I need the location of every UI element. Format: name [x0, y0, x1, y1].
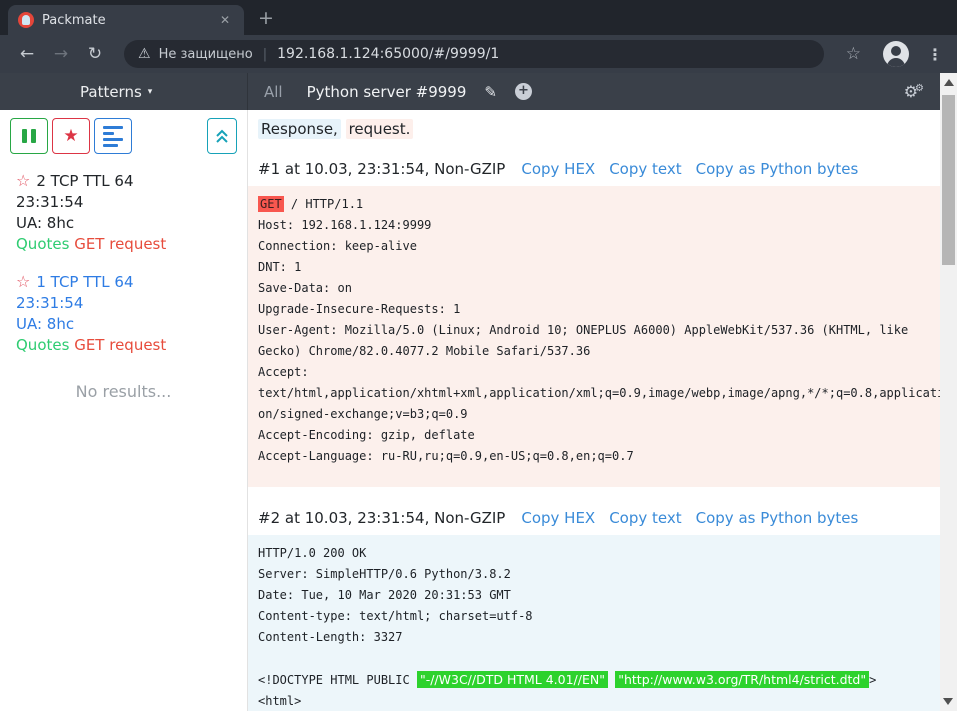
packet-header: #1 at 10.03, 23:31:54, Non-GZIP Copy HEX C… — [258, 160, 957, 178]
packet-header: #2 at 10.03, 23:31:54, Non-GZIP Copy HEX C… — [258, 509, 957, 527]
browser-menu-icon[interactable]: ⋮ — [927, 45, 943, 64]
settings-gears-icon[interactable]: ⚙⚙ — [904, 82, 927, 101]
tab-python-server[interactable]: Python server #9999 — [307, 83, 467, 101]
item-time: 23:31:54 — [16, 192, 231, 213]
patterns-dropdown[interactable]: Patterns ▾ — [0, 73, 248, 110]
pattern-tag: Quotes — [16, 336, 69, 354]
url-separator: | — [263, 47, 267, 62]
packet-meta: #1 at 10.03, 23:31:54, Non-GZIP — [258, 160, 505, 178]
back-icon[interactable]: ← — [14, 44, 40, 64]
browser-tab[interactable]: Packmate ✕ — [8, 5, 244, 35]
workspace: ★ ☆2 TCP TTL 6423:31:54UA: 8hcQuotes GET… — [0, 110, 957, 711]
favorite-star-icon[interactable]: ☆ — [16, 171, 30, 190]
favorites-filter-button[interactable]: ★ — [52, 118, 90, 154]
summary-response: Response, — [258, 119, 341, 139]
bookmark-star-icon[interactable]: ☆ — [846, 44, 861, 64]
copy-hex-link[interactable]: Copy HEX — [521, 509, 595, 527]
packet-meta: #2 at 10.03, 23:31:54, Non-GZIP — [258, 509, 505, 527]
scroll-down-arrow[interactable] — [943, 698, 953, 705]
browser-tab-strip: Packmate ✕ + — [0, 0, 957, 35]
copy-as-python-bytes-link[interactable]: Copy as Python bytes — [696, 509, 859, 527]
packet-body-request: GET / HTTP/1.1 Host: 192.168.1.124:9999 … — [248, 186, 957, 487]
list-filter-button[interactable] — [94, 118, 132, 154]
copy-hex-link[interactable]: Copy HEX — [521, 160, 595, 178]
page-scrollbar[interactable] — [940, 73, 957, 711]
browser-toolbar: ← → ↻ ⚠ Не защищено | 192.168.1.124:6500… — [0, 35, 957, 73]
filter-summary: Response, request. — [258, 120, 957, 138]
capture-list-item[interactable]: ☆ 2 TCP TTL 64 23:31:54UA: 8hcQuotes GET r… — [0, 170, 247, 255]
stream-tabs: All Python server #9999 ✎ + ⚙⚙ — [248, 73, 957, 110]
add-service-button[interactable]: + — [515, 83, 532, 100]
packmate-favicon-icon — [18, 12, 34, 28]
patterns-label: Patterns — [80, 83, 142, 101]
security-label[interactable]: Не защищено — [159, 47, 253, 62]
pattern-match-green: "http://www.w3.org/TR/html4/strict.dtd" — [615, 671, 869, 688]
edit-pencil-icon[interactable]: ✎ — [484, 83, 497, 101]
not-secure-warning-icon: ⚠ — [138, 46, 151, 62]
pattern-match-green: "-//W3C//DTD HTML 4.01//EN" — [417, 671, 608, 688]
packet-body-response: HTTP/1.0 200 OK Server: SimpleHTTP/0.6 P… — [248, 535, 957, 711]
copy-text-link[interactable]: Copy text — [609, 509, 681, 527]
pause-capture-button[interactable] — [10, 118, 48, 154]
packet-payload: GET / HTTP/1.1 Host: 192.168.1.124:9999 … — [248, 186, 957, 487]
item-title: 1 TCP TTL 64 — [36, 273, 133, 291]
forward-icon[interactable]: → — [48, 44, 74, 64]
item-tags: Quotes GET request — [16, 234, 231, 255]
pause-icon — [22, 129, 36, 143]
star-icon: ★ — [63, 126, 78, 146]
align-left-icon — [103, 126, 123, 147]
copy-as-python-bytes-link[interactable]: Copy as Python bytes — [696, 160, 859, 178]
packet-view: Response, request. #1 at 10.03, 23:31:54… — [248, 110, 957, 711]
collapse-panel-button[interactable] — [207, 118, 237, 154]
scroll-up-arrow[interactable] — [944, 79, 954, 86]
copy-text-link[interactable]: Copy text — [609, 160, 681, 178]
address-bar[interactable]: ⚠ Не защищено | 192.168.1.124:65000/#/99… — [124, 40, 824, 68]
sidebar-toolbar: ★ — [0, 118, 247, 154]
item-time: 23:31:54 — [16, 293, 231, 314]
summary-request: request. — [346, 119, 414, 139]
pattern-tag: Quotes — [16, 235, 69, 253]
chevron-down-icon: ▾ — [148, 87, 153, 97]
refresh-icon[interactable]: ↻ — [82, 44, 108, 64]
item-title: 2 TCP TTL 64 — [36, 172, 133, 190]
no-results-label: No results... — [0, 382, 247, 401]
new-tab-button[interactable]: + — [258, 7, 274, 29]
pattern-tag: GET request — [74, 336, 166, 354]
profile-avatar[interactable] — [883, 41, 909, 67]
double-chevron-up-icon — [215, 128, 229, 145]
packet-payload: HTTP/1.0 200 OK Server: SimpleHTTP/0.6 P… — [248, 535, 957, 711]
item-tags: Quotes GET request — [16, 335, 231, 356]
pattern-match-red: GET — [258, 196, 284, 212]
sidebar: ★ ☆2 TCP TTL 6423:31:54UA: 8hcQuotes GET… — [0, 110, 248, 711]
capture-list-item[interactable]: ☆ 1 TCP TTL 64 23:31:54UA: 8hcQuotes GET r… — [0, 271, 247, 356]
tab-close-icon[interactable]: ✕ — [216, 11, 234, 29]
pattern-tag: GET request — [74, 235, 166, 253]
scrollbar-thumb[interactable] — [942, 95, 955, 265]
app-header: Patterns ▾ All Python server #9999 ✎ + ⚙… — [0, 73, 957, 110]
packet-list: #1 at 10.03, 23:31:54, Non-GZIP Copy HEX C… — [248, 160, 957, 711]
favorite-star-icon[interactable]: ☆ — [16, 272, 30, 291]
tab-all[interactable]: All — [264, 83, 283, 101]
capture-list: ☆2 TCP TTL 6423:31:54UA: 8hcQuotes GET r… — [0, 170, 247, 356]
tab-title: Packmate — [42, 13, 216, 28]
url-text[interactable]: 192.168.1.124:65000/#/9999/1 — [277, 46, 499, 62]
item-user-agent: UA: 8hc — [16, 213, 231, 234]
item-user-agent: UA: 8hc — [16, 314, 231, 335]
